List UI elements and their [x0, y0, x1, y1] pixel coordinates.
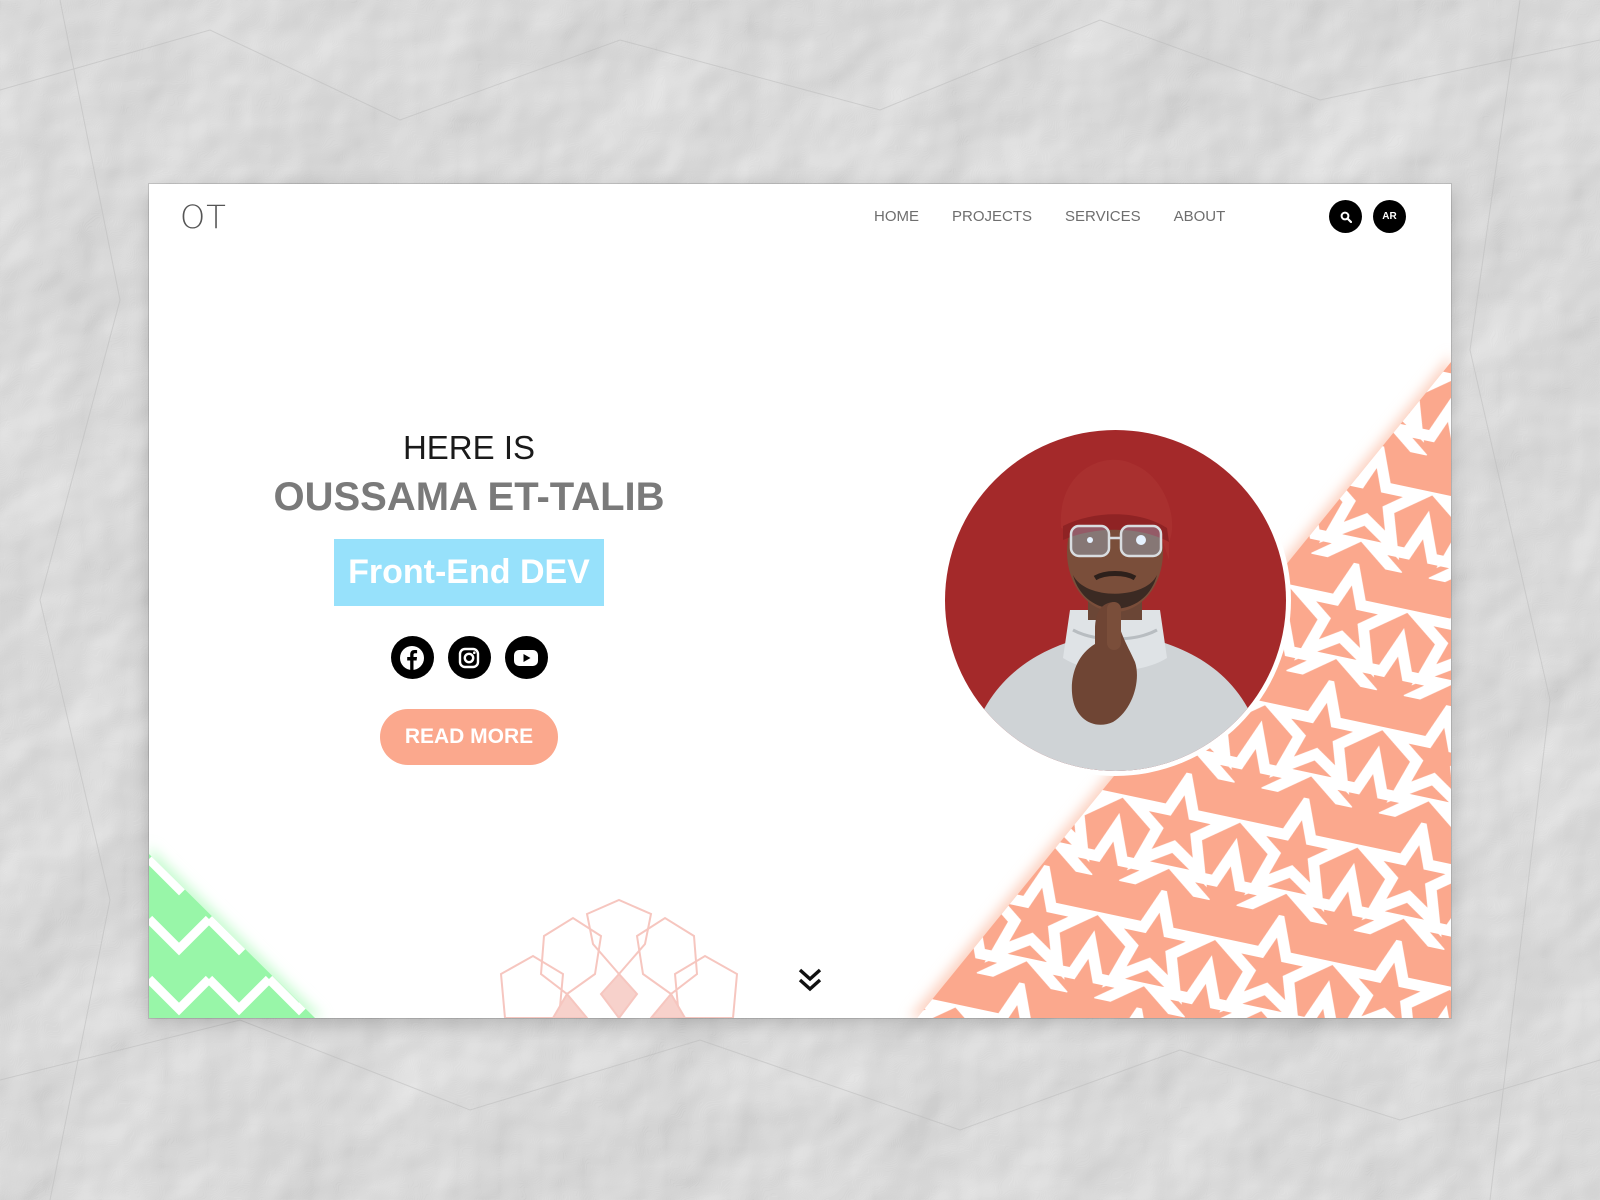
- nav-services[interactable]: SERVICES: [1065, 208, 1141, 225]
- language-toggle-button[interactable]: AR: [1373, 200, 1406, 233]
- instagram-icon: [458, 647, 480, 668]
- read-more-button[interactable]: READ MORE: [380, 709, 558, 765]
- hero-section: HERE IS OUSSAMA ET-TALIB Front-End DEV R…: [259, 429, 679, 765]
- instagram-link[interactable]: [447, 636, 491, 679]
- nav-projects[interactable]: PROJECTS: [952, 208, 1032, 225]
- hero-greeting: HERE IS: [402, 429, 536, 466]
- website-screenshot: OT HOME PROJECTS SERVICES ABOUT AR HERE …: [149, 184, 1451, 1018]
- social-links: [259, 636, 679, 679]
- nav-home[interactable]: HOME: [874, 208, 919, 225]
- youtube-link[interactable]: [504, 636, 548, 679]
- youtube-icon: [514, 649, 538, 666]
- nav-about[interactable]: ABOUT: [1174, 208, 1226, 225]
- profile-photo-frame: [939, 424, 1291, 776]
- site-logo[interactable]: OT: [180, 198, 227, 236]
- hero-name: OUSSAMA ET-TALIB: [273, 475, 665, 519]
- profile-photo: [944, 429, 1286, 771]
- facebook-icon: [400, 645, 424, 670]
- search-icon: [1340, 211, 1352, 223]
- search-button[interactable]: [1329, 200, 1362, 233]
- scroll-down-icon[interactable]: [797, 966, 823, 994]
- main-nav: HOME PROJECTS SERVICES ABOUT: [874, 208, 1258, 225]
- facebook-link[interactable]: [390, 636, 434, 679]
- hero-role-badge: Front-End DEV: [334, 539, 604, 606]
